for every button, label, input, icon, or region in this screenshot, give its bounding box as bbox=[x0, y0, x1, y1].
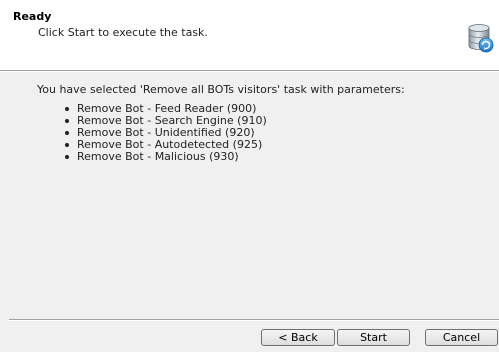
wizard-content: You have selected 'Remove all BOTs visit… bbox=[0, 72, 499, 317]
bullet-icon bbox=[65, 131, 69, 135]
footer-divider bbox=[9, 319, 499, 321]
bullet-icon bbox=[65, 143, 69, 147]
page-subtitle: Click Start to execute the task. bbox=[38, 26, 208, 39]
database-task-icon bbox=[466, 23, 494, 53]
wizard-window: Ready Click Start to execute the task. Y… bbox=[0, 0, 499, 352]
parameter-list: Remove Bot - Feed Reader (900) Remove Bo… bbox=[63, 103, 267, 163]
bullet-icon bbox=[65, 119, 69, 123]
back-button[interactable]: < Back bbox=[261, 329, 335, 346]
wizard-header: Ready Click Start to execute the task. bbox=[0, 0, 499, 70]
page-title: Ready bbox=[13, 10, 52, 23]
bullet-icon bbox=[65, 107, 69, 111]
cancel-button[interactable]: Cancel bbox=[425, 329, 498, 346]
start-button[interactable]: Start bbox=[337, 329, 410, 346]
parameter-label: Remove Bot - Malicious (930) bbox=[77, 150, 239, 163]
task-summary-text: You have selected 'Remove all BOTs visit… bbox=[37, 83, 405, 96]
list-item: Remove Bot - Malicious (930) bbox=[63, 151, 267, 163]
bullet-icon bbox=[65, 155, 69, 159]
